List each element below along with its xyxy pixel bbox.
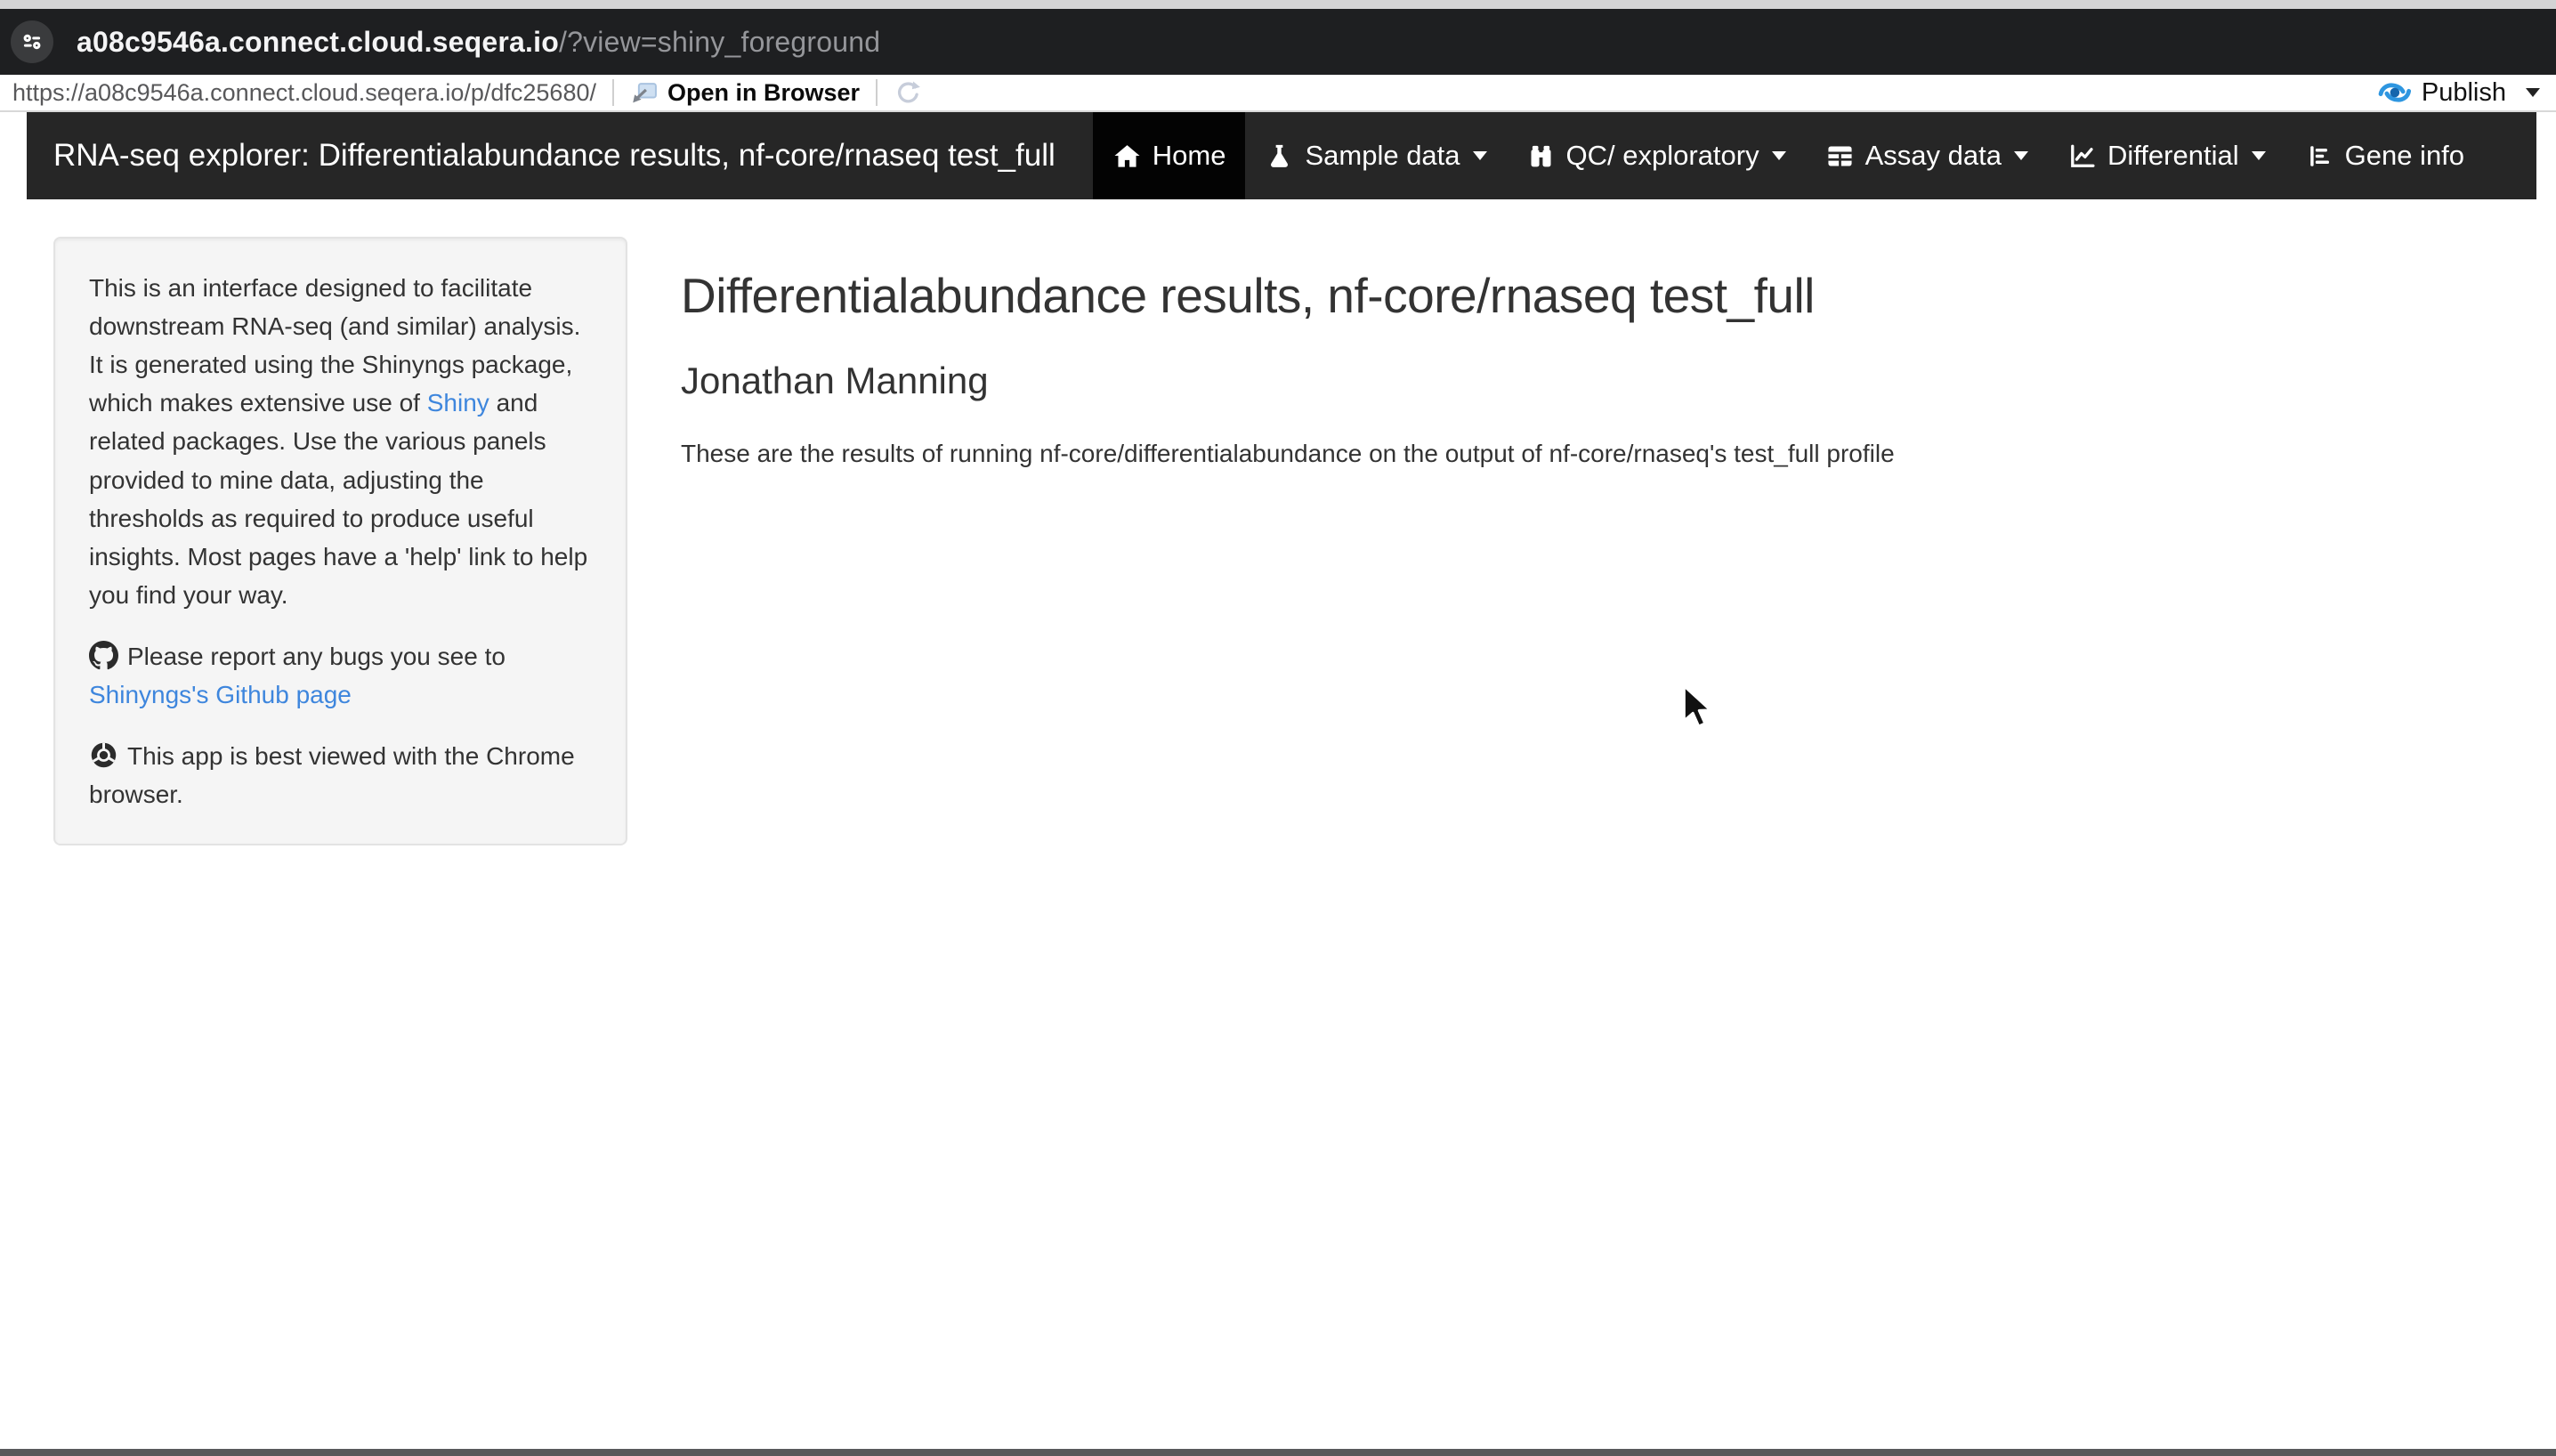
nav-item-label: QC/ exploratory: [1566, 140, 1759, 172]
app-url-text: https://a08c9546a.connect.cloud.seqera.i…: [12, 79, 596, 107]
bug-report-paragraph: Please report any bugs you see to Shinyn…: [89, 637, 592, 714]
main-column: Differentialabundance results, nf-core/r…: [681, 237, 2529, 468]
open-in-browser-button[interactable]: Open in Browser: [667, 79, 860, 107]
address-url-host: a08c9546a.connect.cloud.seqera.io: [77, 26, 559, 58]
browser-window: a08c9546a.connect.cloud.seqera.io/?view=…: [0, 0, 2556, 1456]
chevron-down-icon: [2014, 151, 2028, 160]
shiny-link[interactable]: Shiny: [427, 389, 489, 417]
navbar-brand: RNA-seq explorer: Differentialabundance …: [27, 112, 1082, 199]
publish-label: Publish: [2422, 78, 2506, 108]
chevron-down-icon: [1473, 151, 1487, 160]
nav-item-gene-info[interactable]: Gene info: [2285, 112, 2484, 199]
open-in-browser-icon[interactable]: [630, 79, 659, 106]
home-icon: [1112, 142, 1142, 171]
chrome-note-paragraph: This app is best viewed with the Chrome …: [89, 737, 592, 813]
publish-caret-icon: [2526, 88, 2540, 97]
chrome-note-text: This app is best viewed with the Chrome …: [89, 742, 575, 808]
intro-paragraph: This is an interface designed to facilit…: [89, 269, 592, 614]
nav-item-label: Differential: [2107, 140, 2239, 172]
page-title: Differentialabundance results, nf-core/r…: [681, 267, 2529, 324]
browser-address-bar[interactable]: a08c9546a.connect.cloud.seqera.io/?view=…: [0, 9, 2556, 75]
table-icon: [1825, 142, 1855, 171]
toolbar-divider: [612, 79, 614, 106]
bottom-strip: [0, 1449, 2556, 1456]
connect-toolbar: https://a08c9546a.connect.cloud.seqera.i…: [0, 75, 2556, 112]
navbar-items: Home Sample data QC/ exploratory: [1093, 112, 2484, 199]
bug-report-text: Please report any bugs you see to: [127, 643, 506, 670]
refresh-icon[interactable]: [894, 78, 922, 107]
page-author: Jonathan Manning: [681, 360, 2529, 402]
nav-item-qc-exploratory[interactable]: QC/ exploratory: [1507, 112, 1806, 199]
line-chart-icon: [2067, 142, 2097, 171]
chevron-down-icon: [2252, 151, 2266, 160]
intro-text-after: and related packages. Use the various pa…: [89, 389, 587, 609]
address-url-path: /?view=shiny_foreground: [559, 26, 880, 58]
toolbar-divider: [876, 79, 878, 106]
flask-icon: [1265, 142, 1294, 171]
nav-item-sample-data[interactable]: Sample data: [1245, 112, 1506, 199]
nav-item-label: Gene info: [2345, 140, 2464, 172]
publish-logo-icon: [2375, 79, 2414, 106]
nav-item-home[interactable]: Home: [1093, 112, 1246, 199]
bar-chart-icon: [2305, 142, 2334, 171]
binoculars-icon: [1526, 142, 1556, 171]
window-top-strip: [0, 0, 2556, 9]
nav-item-label: Assay data: [1865, 140, 2002, 172]
address-url[interactable]: a08c9546a.connect.cloud.seqera.io/?view=…: [77, 26, 880, 59]
chevron-down-icon: [1772, 151, 1786, 160]
sliders-icon[interactable]: [11, 20, 53, 63]
app-navbar: RNA-seq explorer: Differentialabundance …: [27, 112, 2536, 199]
page-description: These are the results of running nf-core…: [681, 440, 2529, 468]
publish-button[interactable]: Publish: [2375, 78, 2540, 108]
nav-item-label: Sample data: [1305, 140, 1460, 172]
page-content: This is an interface designed to facilit…: [0, 199, 2556, 845]
sidebar-info-panel: This is an interface designed to facilit…: [53, 237, 627, 845]
chrome-icon: [89, 740, 118, 770]
nav-item-label: Home: [1153, 140, 1226, 172]
github-icon: [89, 641, 118, 670]
shinyngs-github-link[interactable]: Shinyngs's Github page: [89, 681, 352, 708]
nav-item-assay-data[interactable]: Assay data: [1806, 112, 2048, 199]
nav-item-differential[interactable]: Differential: [2048, 112, 2285, 199]
